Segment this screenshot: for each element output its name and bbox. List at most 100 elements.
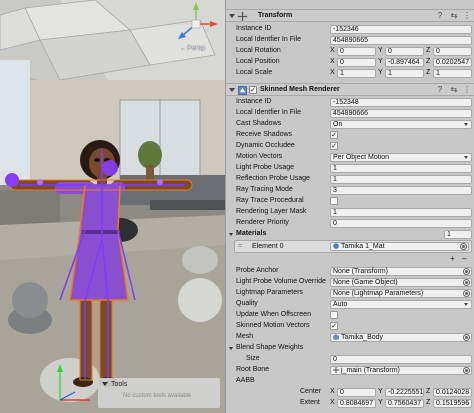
position-x-field[interactable]: 0 xyxy=(337,58,376,67)
materials-foldout[interactable]: Materials 1 xyxy=(226,229,474,240)
renderer-priority-field[interactable]: 0 xyxy=(330,219,472,228)
probe-anchor-row: Probe Anchor None (Transform) xyxy=(226,266,474,277)
materials-count-field[interactable]: 1 xyxy=(444,230,472,239)
lightmap-parameters-row: Lightmap Parameters None (Lightmap Param… xyxy=(226,288,474,299)
aabb-extent-label: Extent xyxy=(300,399,320,406)
transform-local-identifier-row: Local Identfier In File 454890665 xyxy=(226,35,474,46)
local-identifier-field[interactable]: 454890666 xyxy=(330,109,472,118)
add-material-button[interactable]: + xyxy=(450,254,455,263)
dynamic-occludee-checkbox[interactable]: ✓ xyxy=(330,142,338,150)
motion-vectors-dropdown[interactable]: Per Object Motion xyxy=(330,153,472,162)
collapse-arrow-icon xyxy=(102,382,108,386)
z-axis-label: Z xyxy=(426,388,431,395)
object-picker-icon[interactable] xyxy=(463,367,470,374)
x-axis-label: X xyxy=(330,69,335,76)
reflection-probe-usage-label: Reflection Probe Usage xyxy=(236,175,310,182)
root-bone-field[interactable]: j_main (Transform) xyxy=(330,366,472,375)
local-identifier-field[interactable]: 454890665 xyxy=(330,36,472,45)
instance-id-field[interactable]: -152346 xyxy=(330,25,472,34)
renderer-priority-row: Renderer Priority 0 xyxy=(226,218,474,229)
extent-y-field[interactable]: 0.7560437 xyxy=(385,399,424,408)
update-when-offscreen-checkbox[interactable] xyxy=(330,311,338,319)
extent-z-field[interactable]: 0.1519596 xyxy=(433,399,472,408)
y-axis-label: Y xyxy=(378,69,383,76)
inspector-panel: Transform ? ⇆ ⋮ Instance ID -152346 Loca… xyxy=(225,0,474,413)
material-element-field[interactable]: Tamika 1_Mat xyxy=(330,242,469,251)
reflection-probe-usage-field[interactable]: 1 xyxy=(330,175,472,184)
ray-trace-procedural-checkbox[interactable] xyxy=(330,197,338,205)
aabb-center-row: Center X 0 Y -0.2225551 Z 0.0124028 xyxy=(226,387,474,398)
smr-local-identifier-row: Local Identfier In File 454890666 xyxy=(226,108,474,119)
foldout-arrow-icon[interactable] xyxy=(229,88,235,92)
foldout-arrow-icon[interactable] xyxy=(229,347,233,350)
lightmap-parameters-field[interactable]: None (Lightmap Parameters) xyxy=(330,289,472,298)
center-y-field[interactable]: -0.2225551 xyxy=(385,388,424,397)
drag-handle-icon[interactable]: = xyxy=(238,243,242,250)
light-probe-volume-override-field[interactable]: None (Game Object) xyxy=(330,278,472,287)
presets-icon[interactable]: ⇆ xyxy=(450,86,458,94)
rotation-z-field[interactable]: 0 xyxy=(433,47,472,56)
quality-dropdown[interactable]: Auto xyxy=(330,300,472,309)
x-axis-label: X xyxy=(330,388,335,395)
transform-header[interactable]: Transform ? ⇆ ⋮ xyxy=(226,9,474,22)
perspective-label[interactable]: ←Persp xyxy=(180,45,205,52)
presets-icon[interactable]: ⇆ xyxy=(450,12,458,20)
rotation-x-field[interactable]: 0 xyxy=(337,47,376,56)
quality-row: Quality Auto xyxy=(226,299,474,310)
skinned-motion-vectors-checkbox[interactable]: ✓ xyxy=(330,322,338,330)
object-picker-icon[interactable] xyxy=(463,290,470,297)
scale-x-field[interactable]: 1 xyxy=(337,69,376,78)
help-icon[interactable]: ? xyxy=(436,86,444,94)
probe-anchor-field[interactable]: None (Transform) xyxy=(330,267,472,276)
center-z-field[interactable]: 0.0124028 xyxy=(433,388,472,397)
help-icon[interactable]: ? xyxy=(436,12,444,20)
scale-z-field[interactable]: 1 xyxy=(433,69,472,78)
blend-shape-size-field[interactable]: 0 xyxy=(330,355,472,364)
orientation-gizmo[interactable] xyxy=(170,2,220,50)
cast-shadows-dropdown[interactable]: On xyxy=(330,120,472,129)
position-y-field[interactable]: -0.897464 xyxy=(385,58,424,67)
scale-y-field[interactable]: 1 xyxy=(385,69,424,78)
rotation-y-field[interactable]: 0 xyxy=(385,47,424,56)
y-axis-label: Y xyxy=(378,47,383,54)
instance-id-field[interactable]: -152348 xyxy=(330,98,472,107)
object-picker-icon[interactable] xyxy=(463,334,470,341)
center-x-field[interactable]: 0 xyxy=(337,388,376,397)
position-z-field[interactable]: 0.0202547 xyxy=(433,58,472,67)
material-element-label: Element 0 xyxy=(252,243,284,250)
rendering-layer-mask-field[interactable]: 1 xyxy=(330,208,472,217)
mesh-field[interactable]: Tamika_Body xyxy=(330,333,472,342)
instance-id-label: Instance ID xyxy=(236,98,272,105)
update-when-offscreen-label: Update When Offscreen xyxy=(236,311,311,318)
object-picker-icon[interactable] xyxy=(463,268,470,275)
context-menu-icon[interactable]: ⋮ xyxy=(463,86,471,94)
context-menu-icon[interactable]: ⋮ xyxy=(463,12,471,20)
local-position-label: Local Position xyxy=(236,58,280,65)
foldout-arrow-icon[interactable] xyxy=(229,14,235,18)
local-identifier-label: Local Identfier In File xyxy=(236,109,301,116)
quality-label: Quality xyxy=(236,300,258,307)
skinned-mesh-renderer-header[interactable]: ✓ Skinned Mesh Renderer ? ⇆ ⋮ xyxy=(226,83,474,96)
extent-x-field[interactable]: 0.8084697 xyxy=(337,399,376,408)
x-axis-label: X xyxy=(330,47,335,54)
component-enabled-checkbox[interactable]: ✓ xyxy=(249,86,257,94)
light-probe-usage-field[interactable]: 1 xyxy=(330,164,472,173)
tools-empty-message: No custom tools available xyxy=(123,393,192,399)
ray-tracing-mode-field[interactable]: 3 xyxy=(330,186,472,195)
foldout-arrow-icon[interactable] xyxy=(229,233,233,236)
local-rotation-row: Local Rotation X 0 Y 0 Z 0 xyxy=(226,46,474,57)
receive-shadows-checkbox[interactable]: ✓ xyxy=(330,131,338,139)
remove-material-button[interactable]: – xyxy=(462,254,466,263)
tools-overlay: Tools No custom tools available xyxy=(98,378,220,408)
light-probe-usage-row: Light Probe Usage 1 xyxy=(226,163,474,174)
materials-label: Materials xyxy=(236,230,267,237)
object-picker-icon[interactable] xyxy=(463,279,470,286)
blend-shape-weights-foldout[interactable]: Blend Shape Weights xyxy=(226,343,474,354)
scene-view[interactable]: ←Persp Tools No custom tools available xyxy=(0,0,225,413)
object-picker-icon[interactable] xyxy=(460,243,467,250)
mesh-row: Mesh Tamika_Body xyxy=(226,332,474,343)
transform-title: Transform xyxy=(258,12,293,19)
skinned-motion-vectors-label: Skinned Motion Vectors xyxy=(236,322,310,329)
ray-trace-procedural-label: Ray Trace Procedural xyxy=(236,197,304,204)
tools-title[interactable]: Tools xyxy=(102,381,127,388)
